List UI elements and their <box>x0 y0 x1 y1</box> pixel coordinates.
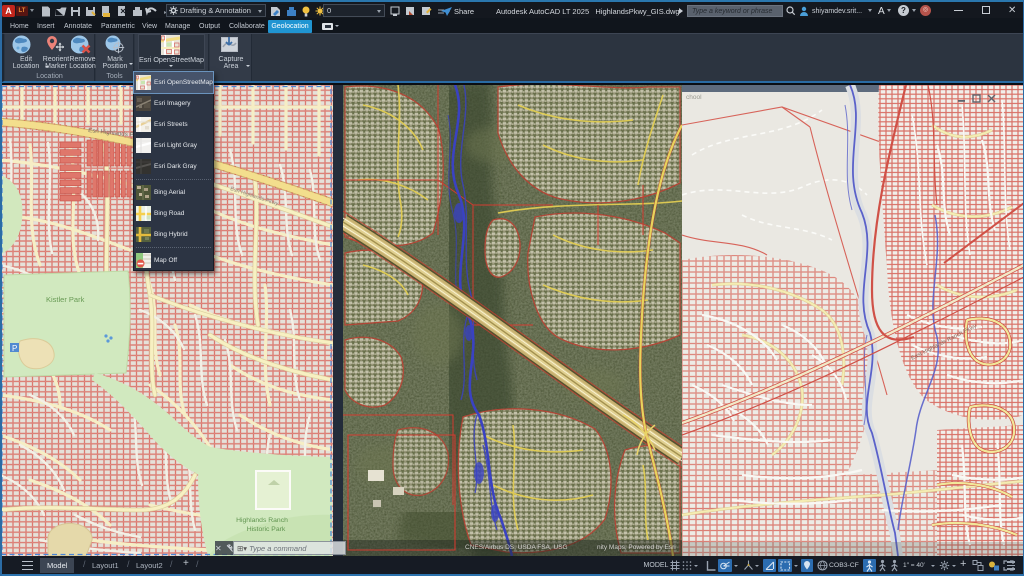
svg-text:chool: chool <box>686 94 702 101</box>
